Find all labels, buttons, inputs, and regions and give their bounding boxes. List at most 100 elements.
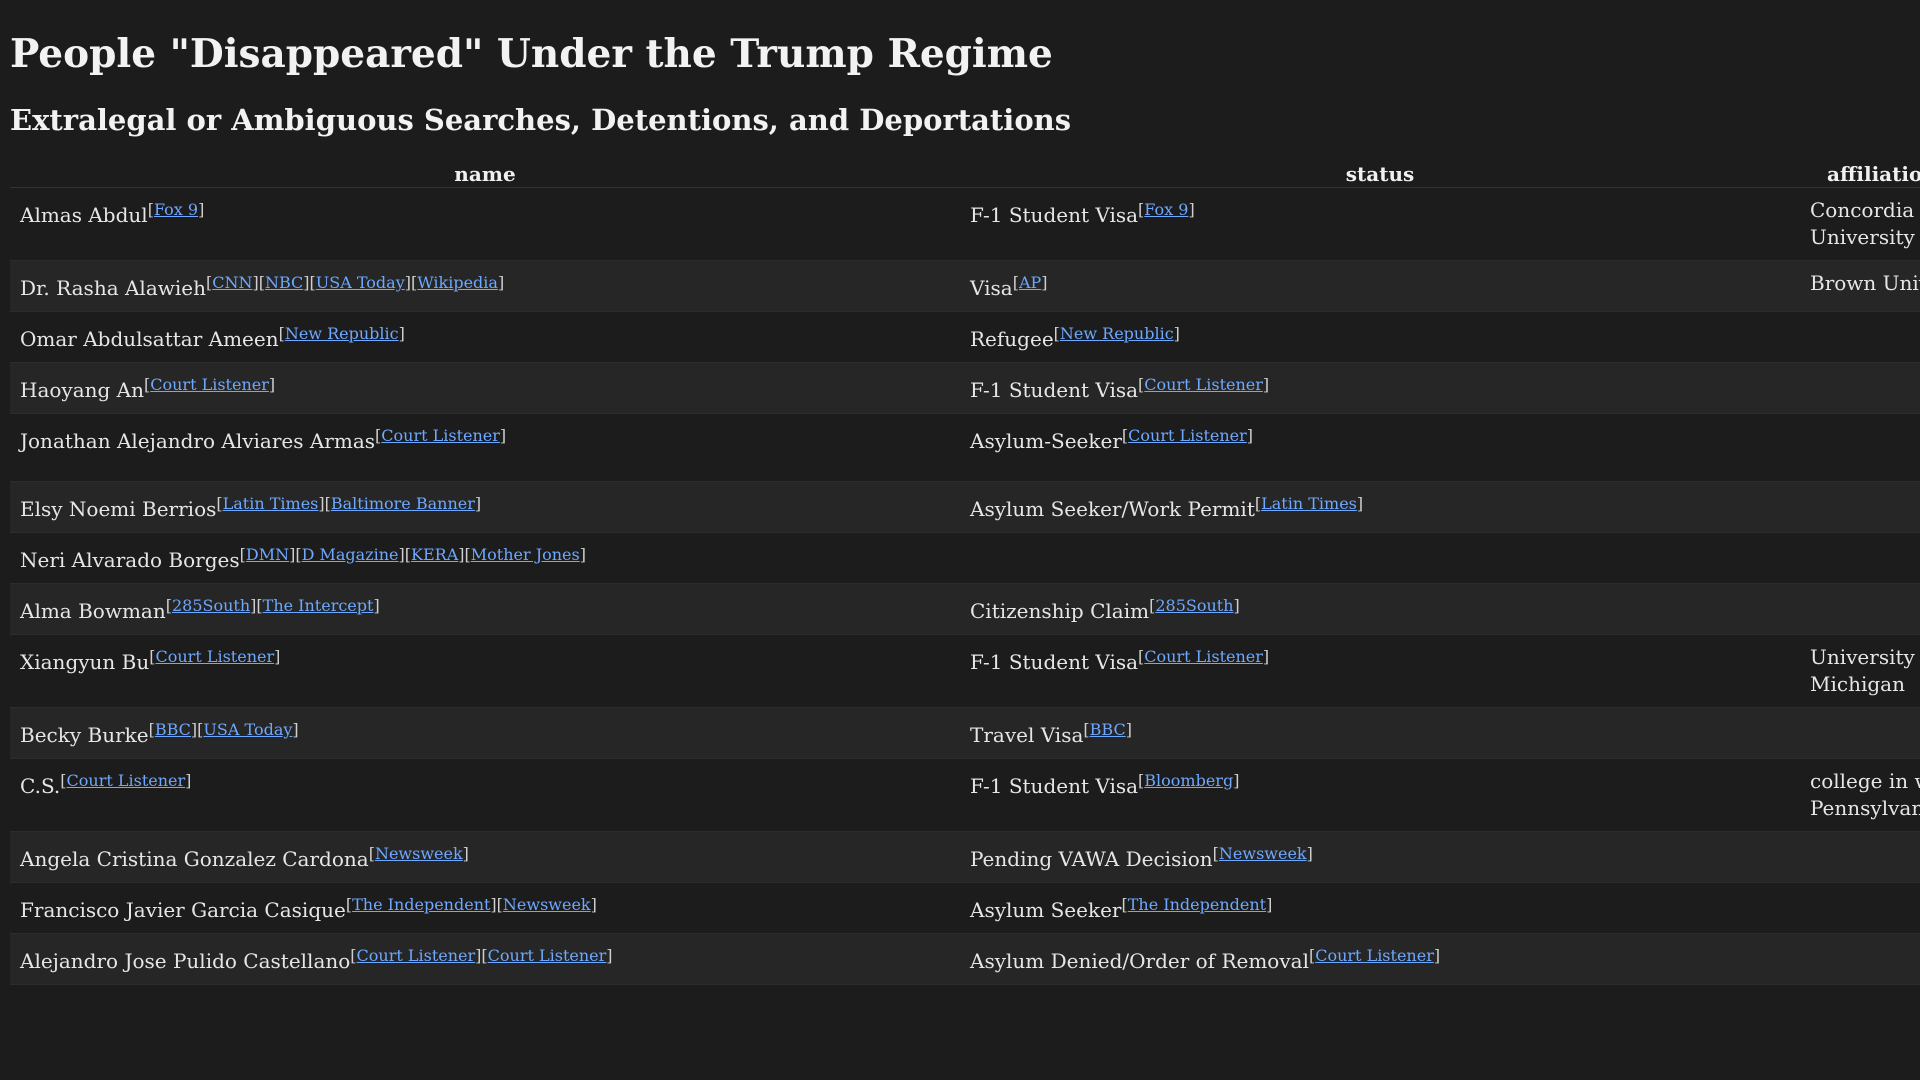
table-row: Omar Abdulsattar Ameen[New Republic] Refu… [10, 311, 1920, 363]
status-cell-text: F-1 Student Visa [970, 774, 1139, 798]
name-cell: Dr. Rasha Alawieh[CNN][NBC][USA Today][W… [10, 260, 960, 312]
source-link[interactable]: CNN [212, 273, 252, 292]
status-cell-text: F-1 Student Visa [970, 650, 1139, 674]
table-row: Becky Burke[BBC][USA Today] Travel Visa[B… [10, 707, 1920, 759]
source-link[interactable]: Court Listener [1144, 647, 1263, 666]
source-link[interactable]: DMN [246, 545, 289, 564]
citation-group: [Court Listener] [1138, 647, 1270, 666]
table-row: Haoyang An[Court Listener] F-1 Student Vi… [10, 362, 1920, 414]
column-header-affiliation[interactable]: affiliation [1800, 161, 1920, 188]
source-link[interactable]: Newsweek [375, 844, 463, 863]
source-link[interactable]: Baltimore Banner [331, 494, 475, 513]
source-link[interactable]: Court Listener [488, 946, 607, 965]
citation-group: [Bloomberg] [1138, 771, 1240, 790]
affiliation-cell [1800, 831, 1920, 883]
source-link[interactable]: Bloomberg [1144, 771, 1233, 790]
source-link[interactable]: KERA [411, 545, 458, 564]
citation-group: [Newsweek] [368, 844, 469, 863]
source-link[interactable]: Court Listener [381, 426, 500, 445]
source-link[interactable]: USA Today [203, 720, 292, 739]
status-cell: Travel Visa[BBC] [960, 707, 1800, 759]
status-cell-text: F-1 Student Visa [970, 378, 1139, 402]
citation-group: [Latin Times] [1254, 494, 1364, 513]
source-link[interactable]: Court Listener [156, 647, 275, 666]
status-cell: Pending VAWA Decision[Newsweek] [960, 831, 1800, 883]
status-cell: F-1 Student Visa[Bloomberg] [960, 758, 1800, 832]
status-cell: Asylum Seeker/Work Permit[Latin Times] [960, 481, 1800, 533]
name-cell: Omar Abdulsattar Ameen[New Republic] [10, 311, 960, 363]
source-link[interactable]: 285South [172, 596, 250, 615]
source-link[interactable]: Court Listener [1315, 946, 1434, 965]
source-link[interactable]: Wikipedia [417, 273, 498, 292]
status-cell-text: Citizenship Claim [970, 599, 1150, 623]
source-link[interactable]: New Republic [285, 324, 399, 343]
citation-group: [Court Listener] [1308, 946, 1441, 965]
status-cell: Citizenship Claim[285South] [960, 583, 1800, 635]
status-cell-text: Asylum-Seeker [970, 429, 1122, 453]
source-link[interactable]: 285South [1155, 596, 1233, 615]
affiliation-cell [1800, 933, 1920, 985]
name-cell: Angela Cristina Gonzalez Cardona[Newswee… [10, 831, 960, 883]
citation-group: [Court Listener] [149, 647, 281, 666]
status-cell [960, 532, 1800, 584]
citation-group: [Fox 9] [147, 200, 205, 219]
citation-group: [New Republic] [278, 324, 405, 343]
source-link[interactable]: Newsweek [503, 895, 591, 914]
source-link[interactable]: Court Listener [1144, 375, 1263, 394]
citation-group: [New Republic] [1053, 324, 1180, 343]
name-cell: C.S.[Court Listener] [10, 758, 960, 832]
source-link[interactable]: Court Listener [357, 946, 476, 965]
source-link[interactable]: BBC [155, 720, 191, 739]
citation-group: [BBC] [1083, 720, 1132, 739]
source-link[interactable]: The Intercept [263, 596, 374, 615]
source-link[interactable]: The Independent [1128, 895, 1266, 914]
source-link[interactable]: Court Listener [67, 771, 186, 790]
column-header-name[interactable]: name [10, 161, 960, 188]
affiliation-cell [1800, 532, 1920, 584]
column-header-status[interactable]: status [960, 161, 1800, 188]
name-cell: Jonathan Alejandro Alviares Armas[Court … [10, 413, 960, 482]
source-link[interactable]: D Magazine [302, 545, 399, 564]
citation-group: [Fox 9] [1138, 200, 1195, 219]
citation-group: [285South] [1149, 596, 1240, 615]
name-cell-text: Dr. Rasha Alawieh [20, 276, 206, 300]
source-link[interactable]: Mother Jones [471, 545, 580, 564]
name-cell: Neri Alvarado Borges[DMN][D Magazine][KE… [10, 532, 960, 584]
table-row: Xiangyun Bu[Court Listener] F-1 Student V… [10, 634, 1920, 708]
source-link[interactable]: BBC [1090, 720, 1126, 739]
source-link[interactable]: Latin Times [1261, 494, 1357, 513]
status-cell: F-1 Student Visa[Court Listener] [960, 362, 1800, 414]
name-cell-text: Almas Abdul [20, 203, 148, 227]
affiliation-cell-text: college in western Pennsylvania [1810, 769, 1920, 820]
source-link[interactable]: NBC [265, 273, 303, 292]
status-cell-text: Asylum Denied/Order of Removal [970, 949, 1309, 973]
source-link[interactable]: Fox 9 [1144, 200, 1188, 219]
table-row: Alma Bowman[285South][The Intercept] Citi… [10, 583, 1920, 635]
source-link[interactable]: AP [1019, 273, 1041, 292]
source-link[interactable]: The Independent [352, 895, 490, 914]
citation-group: [The Independent] [1121, 895, 1273, 914]
source-link[interactable]: Fox 9 [154, 200, 198, 219]
source-link[interactable]: Court Listener [150, 375, 269, 394]
source-link[interactable]: Latin Times [223, 494, 319, 513]
status-cell: Visa[AP] [960, 260, 1800, 312]
source-link[interactable]: USA Today [316, 273, 405, 292]
name-cell: Almas Abdul[Fox 9] [10, 187, 960, 261]
source-link[interactable]: New Republic [1060, 324, 1174, 343]
citation-group: [Court Listener] [60, 771, 192, 790]
source-link[interactable]: Court Listener [1128, 426, 1247, 445]
table-row: Francisco Javier Garcia Casique[The Inde… [10, 882, 1920, 934]
name-cell: Haoyang An[Court Listener] [10, 362, 960, 414]
status-cell-text: Pending VAWA Decision [970, 847, 1213, 871]
affiliation-cell [1800, 362, 1920, 414]
citation-group: [CNN][NBC][USA Today][Wikipedia] [205, 273, 505, 292]
affiliation-cell: Brown University [1800, 260, 1920, 312]
source-link[interactable]: Newsweek [1219, 844, 1307, 863]
affiliation-cell-text: Concordia University [1810, 198, 1915, 249]
affiliation-cell: college in western Pennsylvania [1800, 758, 1920, 832]
table-header-row: name status affiliation [10, 161, 1920, 188]
name-cell: Francisco Javier Garcia Casique[The Inde… [10, 882, 960, 934]
status-cell-text: Visa [970, 276, 1013, 300]
citation-group: [AP] [1012, 273, 1048, 292]
status-cell: Asylum Seeker[The Independent] [960, 882, 1800, 934]
